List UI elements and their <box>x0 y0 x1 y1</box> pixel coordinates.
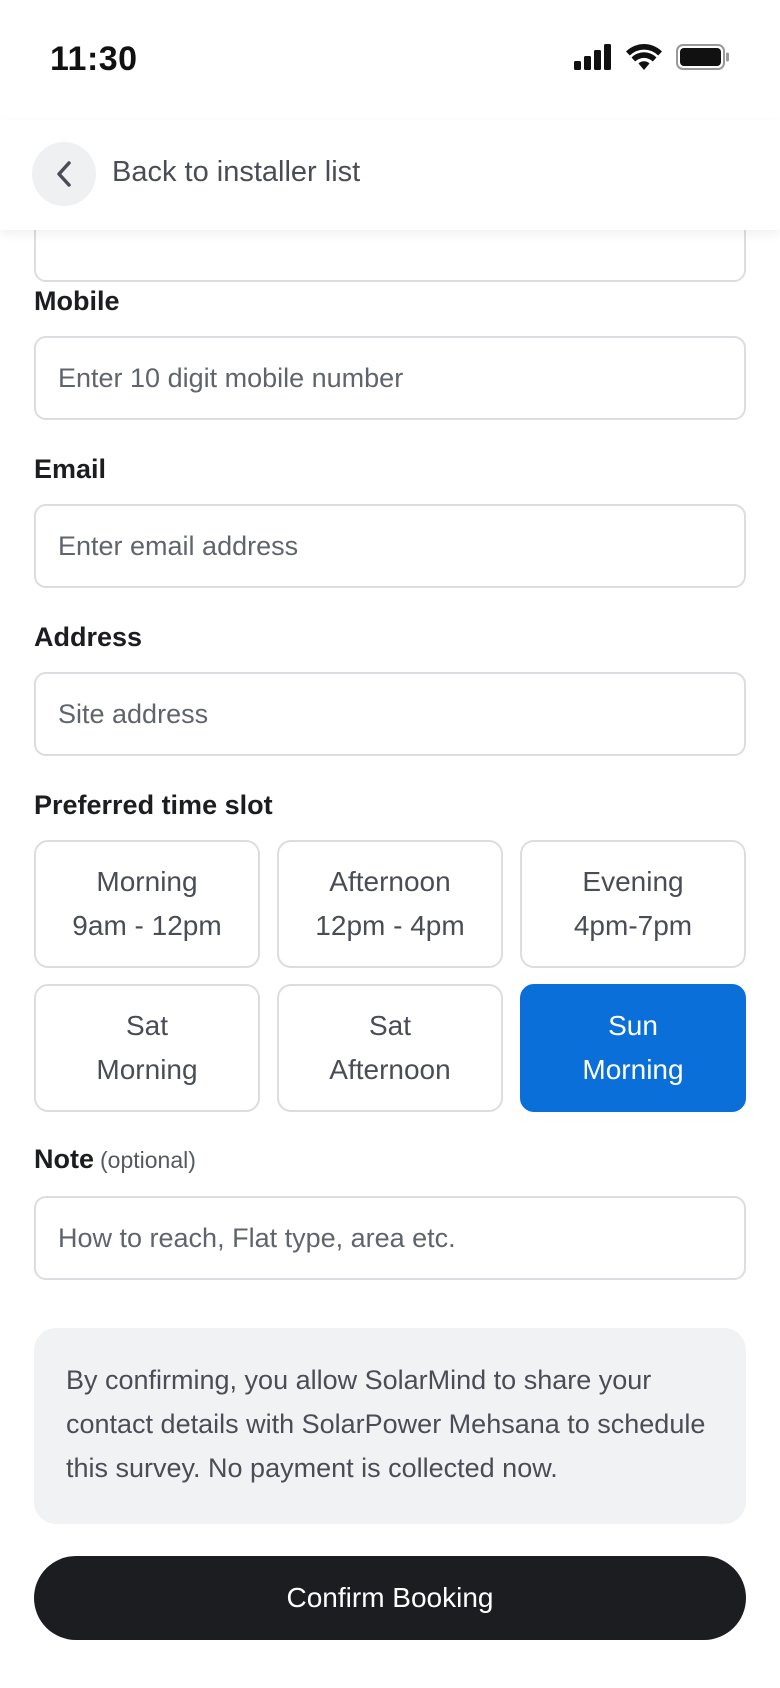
slot-line2: 4pm-7pm <box>573 910 693 941</box>
note-label: Note (optional) <box>34 1144 196 1175</box>
slot-line1: Evening <box>582 866 684 897</box>
slot-line2: Morning <box>582 1054 684 1085</box>
optional-tag: (optional) <box>100 1147 196 1173</box>
slot-line1: Sat <box>368 1010 412 1041</box>
slot-afternoon[interactable]: Afternoon 12pm - 4pm <box>277 840 503 968</box>
note-label-text: Note <box>34 1144 94 1174</box>
back-button[interactable] <box>32 142 96 206</box>
confirm-booking-button[interactable]: Confirm Booking <box>34 1556 746 1640</box>
slot-line2: Afternoon <box>329 1054 451 1085</box>
mobile-label: Mobile <box>34 286 120 316</box>
note-input[interactable] <box>34 1196 746 1280</box>
cellular-signal-icon <box>574 44 611 70</box>
slot-morning[interactable]: Morning 9am - 12pm <box>34 840 260 968</box>
slot-sun-morning[interactable]: Sun Morning <box>520 984 746 1112</box>
slot-line2: 12pm - 4pm <box>315 910 465 941</box>
header: Back to installer list <box>0 120 780 230</box>
address-label: Address <box>34 622 143 652</box>
back-to-installer-list-link[interactable]: Back to installer list <box>112 156 360 189</box>
battery-icon <box>676 44 729 70</box>
slot-sat-afternoon[interactable]: Sat Afternoon <box>277 984 503 1112</box>
slot-evening[interactable]: Evening 4pm-7pm <box>520 840 746 968</box>
consent-notice: By confirming, you allow SolarMind to sh… <box>34 1328 746 1524</box>
time-slot-label: Preferred time slot <box>34 790 273 820</box>
slot-line1: Sun <box>608 1010 658 1041</box>
address-input[interactable] <box>34 672 746 756</box>
wifi-icon <box>626 44 662 70</box>
email-input[interactable] <box>34 504 746 588</box>
slot-line1: Sat <box>125 1010 169 1041</box>
status-bar: 11:30 <box>0 0 780 120</box>
status-icons <box>574 44 730 70</box>
status-time: 11:30 <box>50 40 138 78</box>
mobile-input[interactable] <box>34 336 746 420</box>
email-label: Email <box>34 454 107 484</box>
slot-line2: 9am - 12pm <box>72 910 222 941</box>
slot-sat-morning[interactable]: Sat Morning <box>34 984 260 1112</box>
slot-line1: Morning <box>96 866 198 897</box>
slot-line2: Morning <box>96 1054 198 1085</box>
chevron-left-icon <box>57 161 71 187</box>
slot-line1: Afternoon <box>329 866 451 897</box>
